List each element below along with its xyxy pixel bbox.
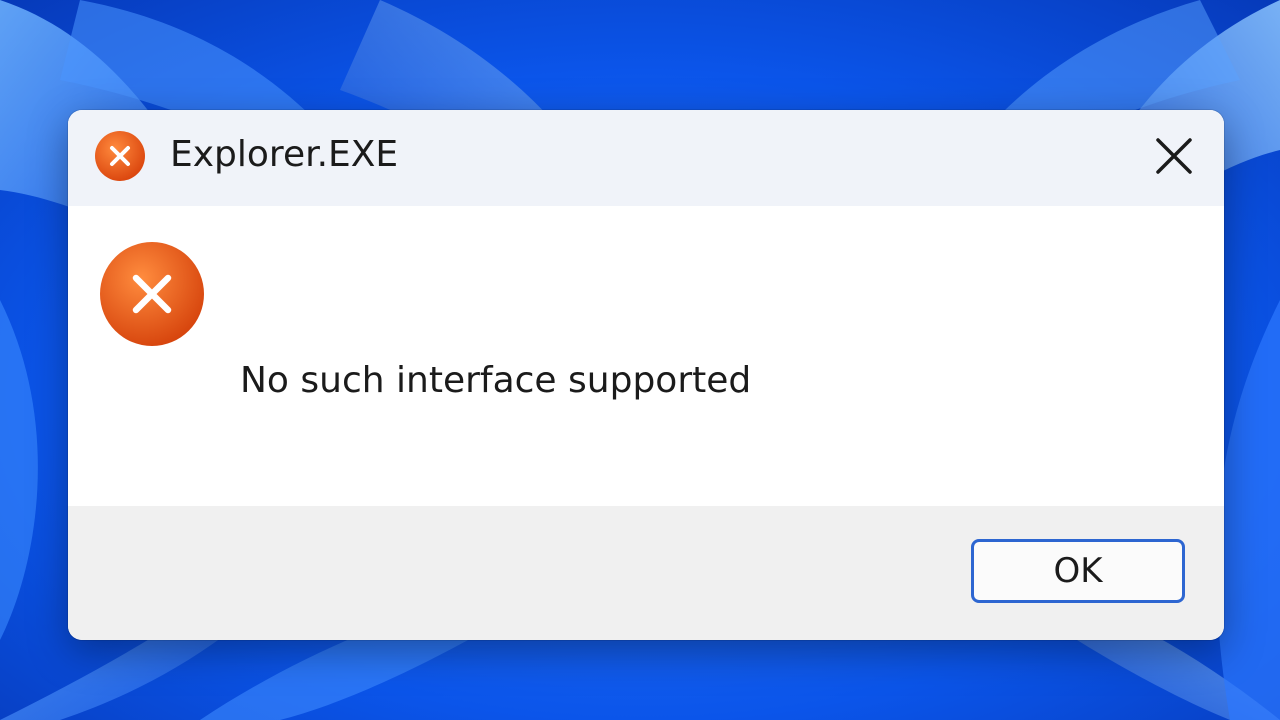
- dialog-title: Explorer.EXE: [170, 134, 399, 175]
- error-message: No such interface supported: [240, 360, 752, 401]
- close-button[interactable]: [1144, 126, 1204, 186]
- error-icon: [94, 130, 146, 182]
- error-dialog: Explorer.EXE No such interface supported…: [68, 110, 1224, 640]
- dialog-titlebar: Explorer.EXE: [68, 110, 1224, 206]
- close-icon: [1156, 138, 1192, 174]
- error-icon: [98, 240, 206, 348]
- dialog-content: No such interface supported: [68, 206, 1224, 506]
- desktop-wallpaper: Explorer.EXE No such interface supported…: [0, 0, 1280, 720]
- ok-button[interactable]: OK: [971, 539, 1185, 603]
- dialog-footer: OK: [68, 506, 1224, 640]
